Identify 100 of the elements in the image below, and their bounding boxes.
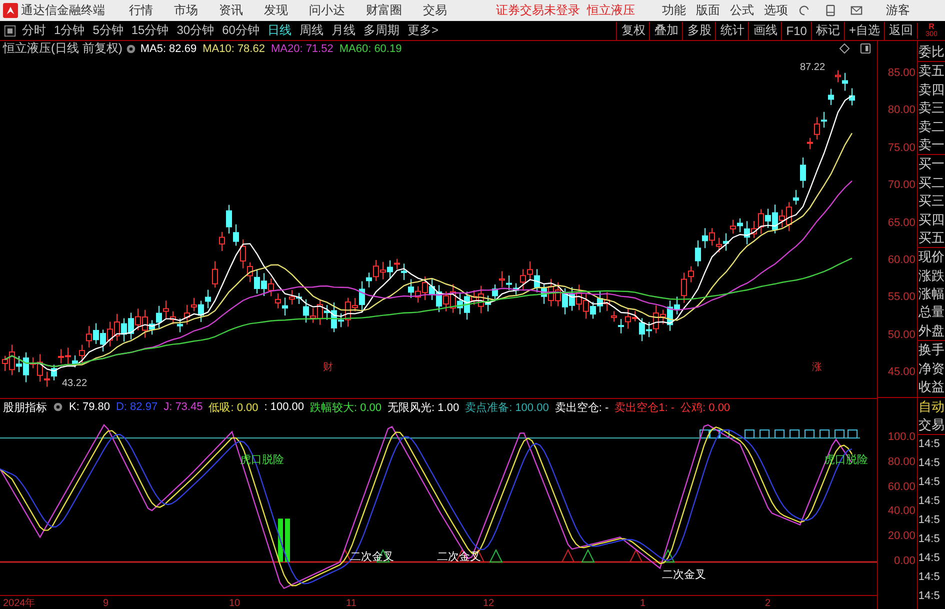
menu-item[interactable]: 行情 xyxy=(129,2,153,19)
period-tab[interactable]: 多周期 xyxy=(363,22,400,39)
moving-average-value: MA60: 60.19 xyxy=(339,42,402,54)
candlestick xyxy=(828,88,834,106)
settings-icon[interactable] xyxy=(53,402,63,412)
phone-icon[interactable] xyxy=(824,4,837,17)
indicator-axis-label: 80.00 xyxy=(888,454,916,470)
indicator-value: J: 73.45 xyxy=(164,401,203,414)
diamond-icon[interactable] xyxy=(839,43,850,54)
quote-label: 委比 xyxy=(918,43,945,61)
indicator-value: 股朋指标 xyxy=(3,400,47,415)
high-price-label: 87.22 xyxy=(800,62,826,73)
quote-label: 外盘 xyxy=(918,322,945,340)
indicator-axis-label: 0.00 xyxy=(894,554,916,569)
trade-time: 14:5 xyxy=(918,494,941,509)
period-tab[interactable]: 分时 xyxy=(22,22,46,39)
menu-item[interactable]: 公式 xyxy=(730,2,754,19)
price-axis-label: 60.00 xyxy=(888,252,916,268)
quote-label: 现价 xyxy=(918,247,945,267)
panel-tab[interactable]: 自动 xyxy=(918,398,945,416)
trade-time: 14:5 xyxy=(918,513,941,528)
period-tab[interactable]: 月线 xyxy=(331,22,356,39)
moving-average-value: MA20: 71.52 xyxy=(270,42,334,54)
price-axis-label: 75.00 xyxy=(888,140,916,156)
period-tab[interactable]: 1分钟 xyxy=(54,22,85,39)
trade-time: 14:5 xyxy=(918,456,941,471)
quote-label: 买四 xyxy=(918,210,945,229)
price-axis-label: 80.00 xyxy=(888,103,916,118)
user-label[interactable]: 游客 xyxy=(886,2,910,19)
period-tab[interactable]: 15分钟 xyxy=(131,22,169,39)
indicator-value: 无限风光: 1.00 xyxy=(388,400,460,415)
menu-item[interactable]: 发现 xyxy=(264,2,288,19)
panel-tab[interactable]: 交易 xyxy=(918,416,945,435)
indicator-axis-label: 40.00 xyxy=(888,504,916,520)
period-tab[interactable]: 60分钟 xyxy=(222,22,260,39)
trade-time: 14:5 xyxy=(918,437,941,452)
time-axis-label: 11 xyxy=(346,598,356,608)
logo-icon xyxy=(3,3,18,18)
menu-item[interactable]: 交易 xyxy=(423,2,447,19)
panel-toggle-icon[interactable] xyxy=(4,24,16,36)
quote-label: 涨幅 xyxy=(918,285,945,304)
menu-item[interactable]: 版面 xyxy=(696,2,720,19)
event-marker: 涨 xyxy=(812,362,822,373)
low-price-label: 43.22 xyxy=(62,378,88,389)
corner-label: R xyxy=(928,22,934,30)
time-axis-label: 10 xyxy=(229,598,240,608)
menu-item[interactable]: 选项 xyxy=(764,2,788,19)
price-axis-label: 45.00 xyxy=(888,365,916,380)
moving-average-value: MA5: 82.69 xyxy=(140,42,197,54)
indicator-value: 卖点准备: 100.00 xyxy=(465,400,549,415)
signal-label: 二次金叉 xyxy=(662,568,706,581)
menu-item[interactable]: 市场 xyxy=(174,2,198,19)
app-title: 通达信金融终端 xyxy=(21,2,105,19)
indicator-value: 低吸: 0.00 xyxy=(208,400,258,415)
price-axis-label: 70.00 xyxy=(888,178,916,194)
mail-icon[interactable] xyxy=(850,4,863,17)
time-axis-label: 1 xyxy=(640,598,646,608)
menu-item[interactable]: 资讯 xyxy=(219,2,243,19)
period-tab[interactable]: 日线 xyxy=(267,22,292,39)
period-tab[interactable]: 30分钟 xyxy=(176,22,214,39)
quote-label: 卖五 xyxy=(918,61,945,81)
price-axis-label: 55.00 xyxy=(888,290,916,306)
window-icon[interactable] xyxy=(860,43,871,54)
trade-time: 14:5 xyxy=(918,551,941,566)
moving-average-value: MA10: 78.62 xyxy=(202,42,265,54)
quote-label: 买一 xyxy=(918,154,945,174)
quote-label: 买二 xyxy=(918,174,945,192)
indicator-value: 公鸡: 0.00 xyxy=(680,400,730,415)
indicator-axis-label: 60.00 xyxy=(888,480,916,495)
status-link[interactable]: 恒立液压 xyxy=(587,2,635,19)
time-axis-label: 2 xyxy=(765,598,771,608)
period-tab[interactable]: 周线 xyxy=(299,22,324,39)
quote-label: 卖一 xyxy=(918,136,945,154)
chart-title: 恒立液压(日线 前复权) xyxy=(3,40,122,57)
indicator-axis-label: 20.00 xyxy=(888,529,916,544)
menu-item[interactable]: 财富圈 xyxy=(366,2,402,19)
quote-label: 换手 xyxy=(918,340,945,360)
indicator-value: D: 82.97 xyxy=(116,401,158,414)
trade-time: 14:5 xyxy=(918,475,941,490)
refresh-icon[interactable] xyxy=(798,4,811,17)
menu-item[interactable]: 功能 xyxy=(662,2,686,19)
price-axis-label: 85.00 xyxy=(888,66,916,81)
trade-time: 14:5 xyxy=(918,570,941,585)
period-tab[interactable]: 5分钟 xyxy=(92,22,124,39)
quote-label: 卖三 xyxy=(918,99,945,118)
indicator-value: K: 79.80 xyxy=(69,401,110,414)
price-axis-label: 50.00 xyxy=(888,328,916,343)
settings-icon[interactable] xyxy=(126,44,136,54)
time-axis-label: 2024年 xyxy=(3,598,36,608)
status-link[interactable]: 证券交易未登录 xyxy=(496,2,580,19)
quote-label: 涨跌 xyxy=(918,266,945,285)
quote-label: 净资 xyxy=(918,360,945,378)
indicator-value: : 100.00 xyxy=(264,401,304,414)
period-tab[interactable]: 更多> xyxy=(407,22,438,39)
menu-item[interactable]: 问小达 xyxy=(309,2,345,19)
indicator-value: 卖出空仓: - xyxy=(554,400,609,415)
quote-label: 买五 xyxy=(918,228,945,247)
quote-label: 买三 xyxy=(918,192,945,210)
time-axis-label: 12 xyxy=(483,598,494,608)
price-axis-label: 65.00 xyxy=(888,216,916,231)
